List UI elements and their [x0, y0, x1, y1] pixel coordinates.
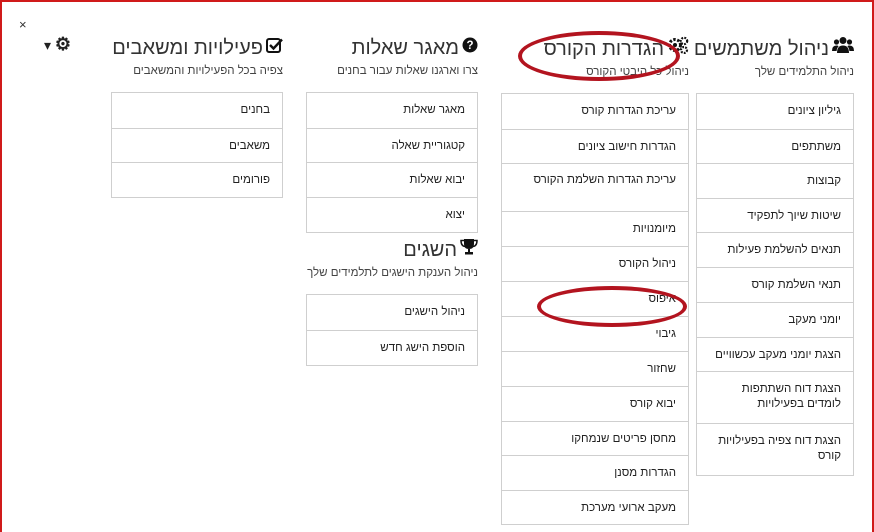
- list-item[interactable]: יומני מעקב: [697, 302, 853, 337]
- users-icon: [832, 36, 854, 61]
- users-title: ניהול משתמשים: [693, 37, 829, 60]
- list-item[interactable]: הצגת יומני מעקב עכשוויים: [697, 337, 853, 371]
- activities-list: בחנים משאבים פורומים: [111, 92, 283, 198]
- questions-section: ? מאגר שאלות צרו וארגנו שאלות עבור בחנים…: [306, 36, 478, 233]
- badges-title: השגים: [403, 239, 457, 261]
- svg-text:?: ?: [466, 40, 473, 52]
- close-icon[interactable]: ×: [19, 18, 27, 31]
- gear-icon: ⚙: [54, 34, 72, 54]
- list-item[interactable]: הגדרות מסנן: [502, 455, 688, 490]
- list-item[interactable]: בחנים: [112, 93, 282, 128]
- list-item[interactable]: שיטות שיוך לתפקיד: [697, 198, 853, 232]
- users-section: ניהול משתמשים ניהול התלמידים שלך גיליון …: [693, 36, 854, 476]
- list-item[interactable]: יצוא: [307, 197, 477, 232]
- list-item[interactable]: הוספת הישג חדש: [307, 330, 477, 365]
- section-title: פעילויות ומשאבים: [111, 36, 283, 60]
- activities-title: פעילויות ומשאבים: [112, 37, 263, 59]
- settings-menu[interactable]: ▾ ⚙: [44, 34, 71, 55]
- cogs-icon: [667, 36, 689, 61]
- users-subtitle: ניהול התלמידים שלך: [754, 66, 854, 78]
- list-item[interactable]: מאגר שאלות: [307, 93, 477, 128]
- trophy-icon: [460, 238, 478, 262]
- course-list: עריכת הגדרות קורס הגדרות חישוב ציונים ער…: [501, 93, 689, 525]
- section-title: ? מאגר שאלות: [306, 36, 478, 60]
- list-item[interactable]: משתתפים: [697, 129, 853, 163]
- list-item[interactable]: מחסן פריטים שנמחקו: [502, 421, 688, 455]
- list-item[interactable]: גיבוי: [502, 316, 688, 351]
- questions-list: מאגר שאלות קטגוריית שאלה יבוא שאלות יצוא: [306, 92, 478, 233]
- list-item[interactable]: משאבים: [112, 128, 282, 162]
- badges-section: השגים ניהול הענקת הישגים לתלמידים שלך ני…: [306, 238, 478, 366]
- course-title: הגדרות הקורס: [543, 37, 664, 60]
- list-item[interactable]: שחזור: [502, 351, 688, 386]
- list-item[interactable]: הצגת דוח צפיה בפעילויות קורס: [697, 423, 853, 475]
- list-item[interactable]: הגדרות חישוב ציונים: [502, 129, 688, 163]
- list-item[interactable]: ניהול הקורס: [502, 246, 688, 281]
- list-item[interactable]: גיליון ציונים: [697, 94, 853, 129]
- badges-list: ניהול הישגים הוספת הישג חדש: [306, 294, 478, 366]
- activities-subtitle: צפיה בכל הפעילויות והמשאבים: [133, 65, 283, 77]
- list-item[interactable]: ניהול הישגים: [307, 295, 477, 330]
- activities-section: פעילויות ומשאבים צפיה בכל הפעילויות והמש…: [111, 36, 283, 198]
- users-list: גיליון ציונים משתתפים קבוצות שיטות שיוך …: [696, 93, 854, 476]
- course-subtitle: ניהול כל היבטי הקורס: [586, 66, 689, 78]
- list-item[interactable]: מעקב ארועי מערכת: [502, 490, 688, 524]
- list-item[interactable]: עריכת הגדרות קורס: [502, 94, 688, 129]
- section-title: הגדרות הקורס: [501, 36, 689, 61]
- list-item[interactable]: יבוא שאלות: [307, 162, 477, 197]
- list-item[interactable]: יבוא קורס: [502, 386, 688, 421]
- list-item[interactable]: מיומנויות: [502, 211, 688, 246]
- list-item[interactable]: פורומים: [112, 162, 282, 197]
- badges-subtitle: ניהול הענקת הישגים לתלמידים שלך: [307, 267, 478, 279]
- course-section: הגדרות הקורס ניהול כל היבטי הקורס עריכת …: [501, 36, 689, 525]
- questions-subtitle: צרו וארגנו שאלות עבור בחנים: [337, 65, 478, 77]
- list-item[interactable]: איפוס: [502, 281, 688, 316]
- section-title: ניהול משתמשים: [693, 36, 854, 61]
- list-item[interactable]: הצגת דוח השתתפות לומדים בפעילויות: [697, 371, 853, 423]
- check-square-icon: [266, 36, 283, 60]
- list-item[interactable]: תנאים להשלמת פעילות: [697, 232, 853, 267]
- caret-down-icon: ▾: [44, 37, 52, 53]
- list-item[interactable]: קטגוריית שאלה: [307, 128, 477, 162]
- list-item[interactable]: עריכת הגדרות השלמת הקורס: [502, 163, 688, 211]
- list-item[interactable]: תנאי השלמת קורס: [697, 267, 853, 302]
- section-title: השגים: [306, 238, 478, 262]
- list-item[interactable]: קבוצות: [697, 163, 853, 198]
- question-circle-icon: ?: [462, 36, 478, 60]
- questions-title: מאגר שאלות: [351, 37, 459, 59]
